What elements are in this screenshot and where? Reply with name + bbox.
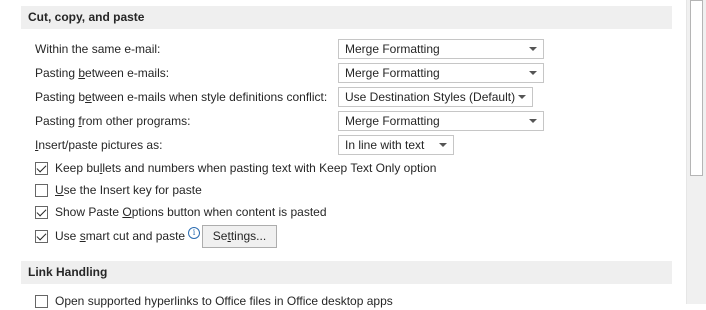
check-label: Show Paste Options button when content i…	[55, 203, 327, 221]
dropdown-value: Use Destination Styles (Default)	[345, 90, 516, 104]
label-text: ptions button when content is pasted	[131, 205, 327, 219]
check-label: Open supported hyperlinks to Office file…	[55, 294, 393, 308]
label-text: nsert/paste pictures as:	[38, 138, 163, 152]
scrollbar-thumb[interactable]	[690, 0, 703, 176]
check-row-insert-key[interactable]: Use the Insert key for paste	[35, 181, 202, 199]
checkbox-smart-cut[interactable]	[35, 229, 48, 243]
check-row-keep-bullets[interactable]: Keep bullets and numbers when pasting te…	[35, 159, 436, 177]
dropdown-style-conflict[interactable]: Use Destination Styles (Default)	[338, 87, 533, 107]
checkbox-open-hyperlinks[interactable]	[35, 294, 48, 308]
label-text: rom other programs:	[81, 114, 191, 128]
label-text: mart cut and paste	[85, 229, 186, 243]
dropdown-between-emails[interactable]: Merge Formatting	[338, 63, 544, 83]
vertical-scrollbar[interactable]	[686, 0, 706, 304]
label-accesskey: e	[85, 90, 92, 104]
label-text: Show Paste	[55, 205, 123, 219]
dropdown-other-programs[interactable]: Merge Formatting	[338, 111, 544, 131]
dropdown-value: In line with text	[345, 138, 425, 152]
section-header-cut-copy-paste: Cut, copy, and paste	[21, 6, 672, 29]
check-label: Use the Insert key for paste	[55, 181, 202, 199]
dropdown-value: Merge Formatting	[345, 42, 440, 56]
check-row-paste-options[interactable]: Show Paste Options button when content i…	[35, 203, 327, 221]
dropdown-value: Merge Formatting	[345, 114, 440, 128]
dropdown-insert-pictures[interactable]: In line with text	[338, 135, 454, 155]
label-text: tween e-mails when style definitions con…	[91, 90, 328, 104]
label-text: Use	[55, 229, 80, 243]
label-other-programs: Pasting from other programs:	[35, 112, 190, 130]
section-title: Link Handling	[28, 265, 108, 279]
chevron-down-icon	[529, 47, 537, 51]
section-title: Cut, copy, and paste	[28, 10, 145, 24]
chevron-down-icon	[439, 143, 447, 147]
label-style-conflict: Pasting between e-mails when style defin…	[35, 88, 327, 106]
label-insert-pictures: Insert/paste pictures as:	[35, 136, 162, 154]
checkbox-insert-key[interactable]	[35, 183, 48, 197]
label-text: lets and numbers when pasting text with …	[102, 161, 437, 175]
chevron-down-icon	[529, 71, 537, 75]
label-text: Within the same e-mail:	[35, 42, 161, 56]
label-text: Pasting	[35, 66, 79, 80]
chevron-down-icon	[518, 95, 526, 99]
label-text: se the Insert key for paste	[63, 183, 202, 197]
checkbox-paste-options[interactable]	[35, 205, 48, 219]
label-within-same-email: Within the same e-mail:	[35, 40, 160, 58]
button-text: tings...	[230, 229, 267, 243]
settings-button[interactable]: Settings...	[202, 225, 277, 248]
check-label: Use smart cut and paste	[55, 227, 185, 245]
label-text: etween e-mails:	[85, 66, 170, 80]
label-text: Keep bu	[55, 161, 100, 175]
label-text: Pasting	[35, 114, 79, 128]
check-row-open-hyperlinks[interactable]: Open supported hyperlinks to Office file…	[35, 292, 393, 310]
dropdown-within-same-email[interactable]: Merge Formatting	[338, 39, 544, 59]
check-row-smart-cut[interactable]: Use smart cut and paste i	[35, 227, 201, 245]
checkbox-keep-bullets[interactable]	[35, 161, 48, 175]
options-panel: Cut, copy, and paste Within the same e-m…	[0, 0, 686, 308]
label-between-emails: Pasting between e-mails:	[35, 64, 169, 82]
info-icon[interactable]: i	[188, 227, 201, 239]
label-text: Pasting b	[35, 90, 86, 104]
button-text: Se	[212, 229, 228, 243]
section-header-link-handling: Link Handling	[21, 261, 672, 284]
label-accesskey: U	[55, 183, 64, 197]
dropdown-value: Merge Formatting	[345, 66, 440, 80]
check-label: Keep bullets and numbers when pasting te…	[55, 159, 436, 177]
label-accesskey: O	[122, 205, 132, 219]
chevron-down-icon	[529, 119, 537, 123]
